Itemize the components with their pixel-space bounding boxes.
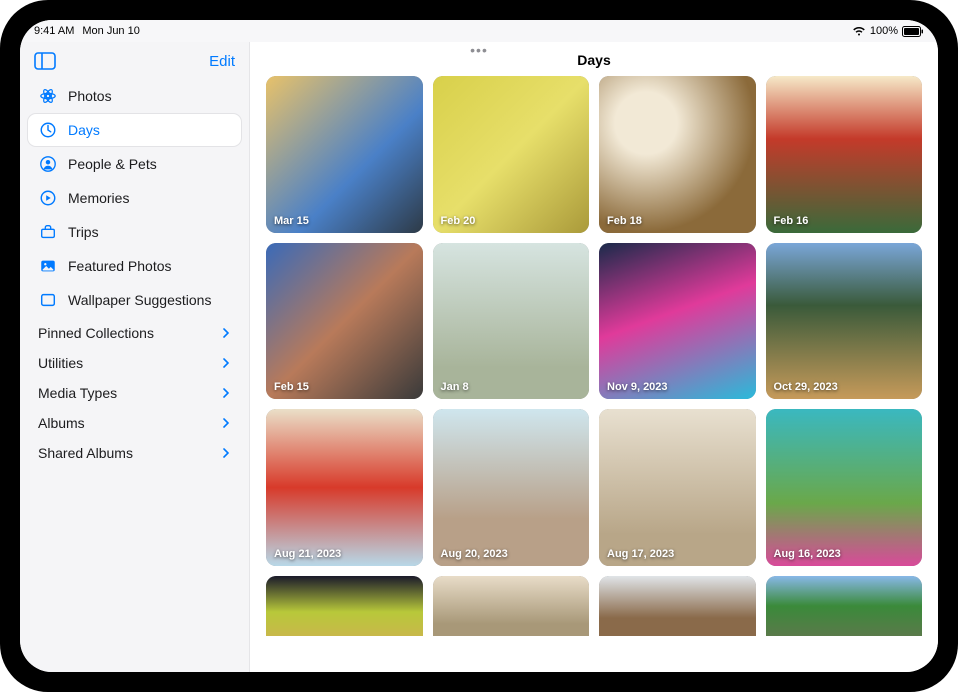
sidebar-item-label: Trips [68, 224, 99, 240]
day-thumbnail[interactable] [266, 576, 423, 636]
day-thumbnail[interactable] [599, 576, 756, 636]
day-date-label: Aug 21, 2023 [274, 548, 341, 560]
suitcase-icon [38, 222, 58, 242]
day-date-label: Oct 29, 2023 [774, 381, 838, 393]
day-thumbnail[interactable]: Aug 17, 2023 [599, 409, 756, 566]
sidebar-item-label: Featured Photos [68, 258, 172, 274]
day-thumbnail[interactable]: Feb 16 [766, 76, 923, 233]
sidebar-group-label: Shared Albums [38, 445, 133, 461]
photos-icon [38, 86, 58, 106]
wallpaper-icon [38, 290, 58, 310]
status-time: 9:41 AM [34, 25, 74, 37]
chevron-right-icon [221, 328, 231, 338]
multitask-indicator-icon[interactable]: ••• [470, 42, 488, 58]
chevron-right-icon [221, 388, 231, 398]
day-thumbnail[interactable]: Jan 8 [433, 243, 590, 400]
day-date-label: Aug 16, 2023 [774, 548, 841, 560]
day-thumbnail[interactable]: Nov 9, 2023 [599, 243, 756, 400]
status-date: Mon Jun 10 [82, 25, 139, 37]
day-thumbnail[interactable]: Feb 18 [599, 76, 756, 233]
memories-icon [38, 188, 58, 208]
day-date-label: Aug 17, 2023 [607, 548, 674, 560]
day-thumbnail[interactable]: Oct 29, 2023 [766, 243, 923, 400]
battery-icon [902, 26, 924, 37]
sidebar-group-shared-albums[interactable]: Shared Albums [28, 438, 241, 468]
day-thumbnail[interactable]: Feb 15 [266, 243, 423, 400]
day-date-label: Jan 8 [441, 381, 469, 393]
chevron-right-icon [221, 418, 231, 428]
day-date-label: Mar 15 [274, 215, 309, 227]
day-thumbnail[interactable]: Mar 15 [266, 76, 423, 233]
sidebar: Edit Photos Days [20, 42, 250, 672]
screen: 9:41 AM Mon Jun 10 100% ••• [20, 20, 938, 672]
sidebar-item-label: People & Pets [68, 156, 157, 172]
person-icon [38, 154, 58, 174]
sidebar-item-label: Wallpaper Suggestions [68, 292, 211, 308]
sidebar-toggle-icon[interactable] [34, 52, 56, 70]
sidebar-group-albums[interactable]: Albums [28, 408, 241, 438]
day-thumbnail[interactable]: Feb 20 [433, 76, 590, 233]
sidebar-group-label: Utilities [38, 355, 83, 371]
days-grid: Mar 15 Feb 20 Feb 18 Feb 16 Feb 15 Jan 8… [266, 76, 922, 636]
day-date-label: Feb 16 [774, 215, 809, 227]
edit-button[interactable]: Edit [209, 53, 235, 70]
day-thumbnail[interactable]: Aug 20, 2023 [433, 409, 590, 566]
sidebar-group-pinned-collections[interactable]: Pinned Collections [28, 318, 241, 348]
battery-percent: 100% [870, 25, 898, 37]
sidebar-item-label: Memories [68, 190, 129, 206]
day-thumbnail[interactable]: Aug 16, 2023 [766, 409, 923, 566]
sidebar-item-days[interactable]: Days [28, 114, 241, 146]
sidebar-item-photos[interactable]: Photos [28, 80, 241, 112]
day-thumbnail[interactable] [433, 576, 590, 636]
content-area: Days Mar 15 Feb 20 Feb 18 Feb 16 Feb 15 … [250, 42, 938, 672]
sidebar-group-media-types[interactable]: Media Types [28, 378, 241, 408]
sidebar-item-trips[interactable]: Trips [28, 216, 241, 248]
wifi-icon [852, 26, 866, 36]
day-date-label: Feb 18 [607, 215, 642, 227]
chevron-right-icon [221, 448, 231, 458]
sidebar-group-label: Media Types [38, 385, 117, 401]
day-date-label: Nov 9, 2023 [607, 381, 668, 393]
chevron-right-icon [221, 358, 231, 368]
clock-icon [38, 120, 58, 140]
sidebar-item-label: Photos [68, 88, 112, 104]
sidebar-group-label: Albums [38, 415, 85, 431]
day-date-label: Aug 20, 2023 [441, 548, 508, 560]
device-frame: 9:41 AM Mon Jun 10 100% ••• [0, 0, 958, 692]
sidebar-item-label: Days [68, 122, 100, 138]
sidebar-group-utilities[interactable]: Utilities [28, 348, 241, 378]
sidebar-item-memories[interactable]: Memories [28, 182, 241, 214]
sidebar-item-featured-photos[interactable]: Featured Photos [28, 250, 241, 282]
featured-photos-icon [38, 256, 58, 276]
page-title: Days [250, 42, 938, 76]
day-date-label: Feb 20 [441, 215, 476, 227]
grid-scroll[interactable]: Mar 15 Feb 20 Feb 18 Feb 16 Feb 15 Jan 8… [250, 76, 938, 672]
main-split: Edit Photos Days [20, 42, 938, 672]
sidebar-item-wallpaper-suggestions[interactable]: Wallpaper Suggestions [28, 284, 241, 316]
day-date-label: Feb 15 [274, 381, 309, 393]
day-thumbnail[interactable] [766, 576, 923, 636]
status-bar: 9:41 AM Mon Jun 10 100% [20, 20, 938, 42]
sidebar-item-people-pets[interactable]: People & Pets [28, 148, 241, 180]
day-thumbnail[interactable]: Aug 21, 2023 [266, 409, 423, 566]
sidebar-group-label: Pinned Collections [38, 325, 154, 341]
